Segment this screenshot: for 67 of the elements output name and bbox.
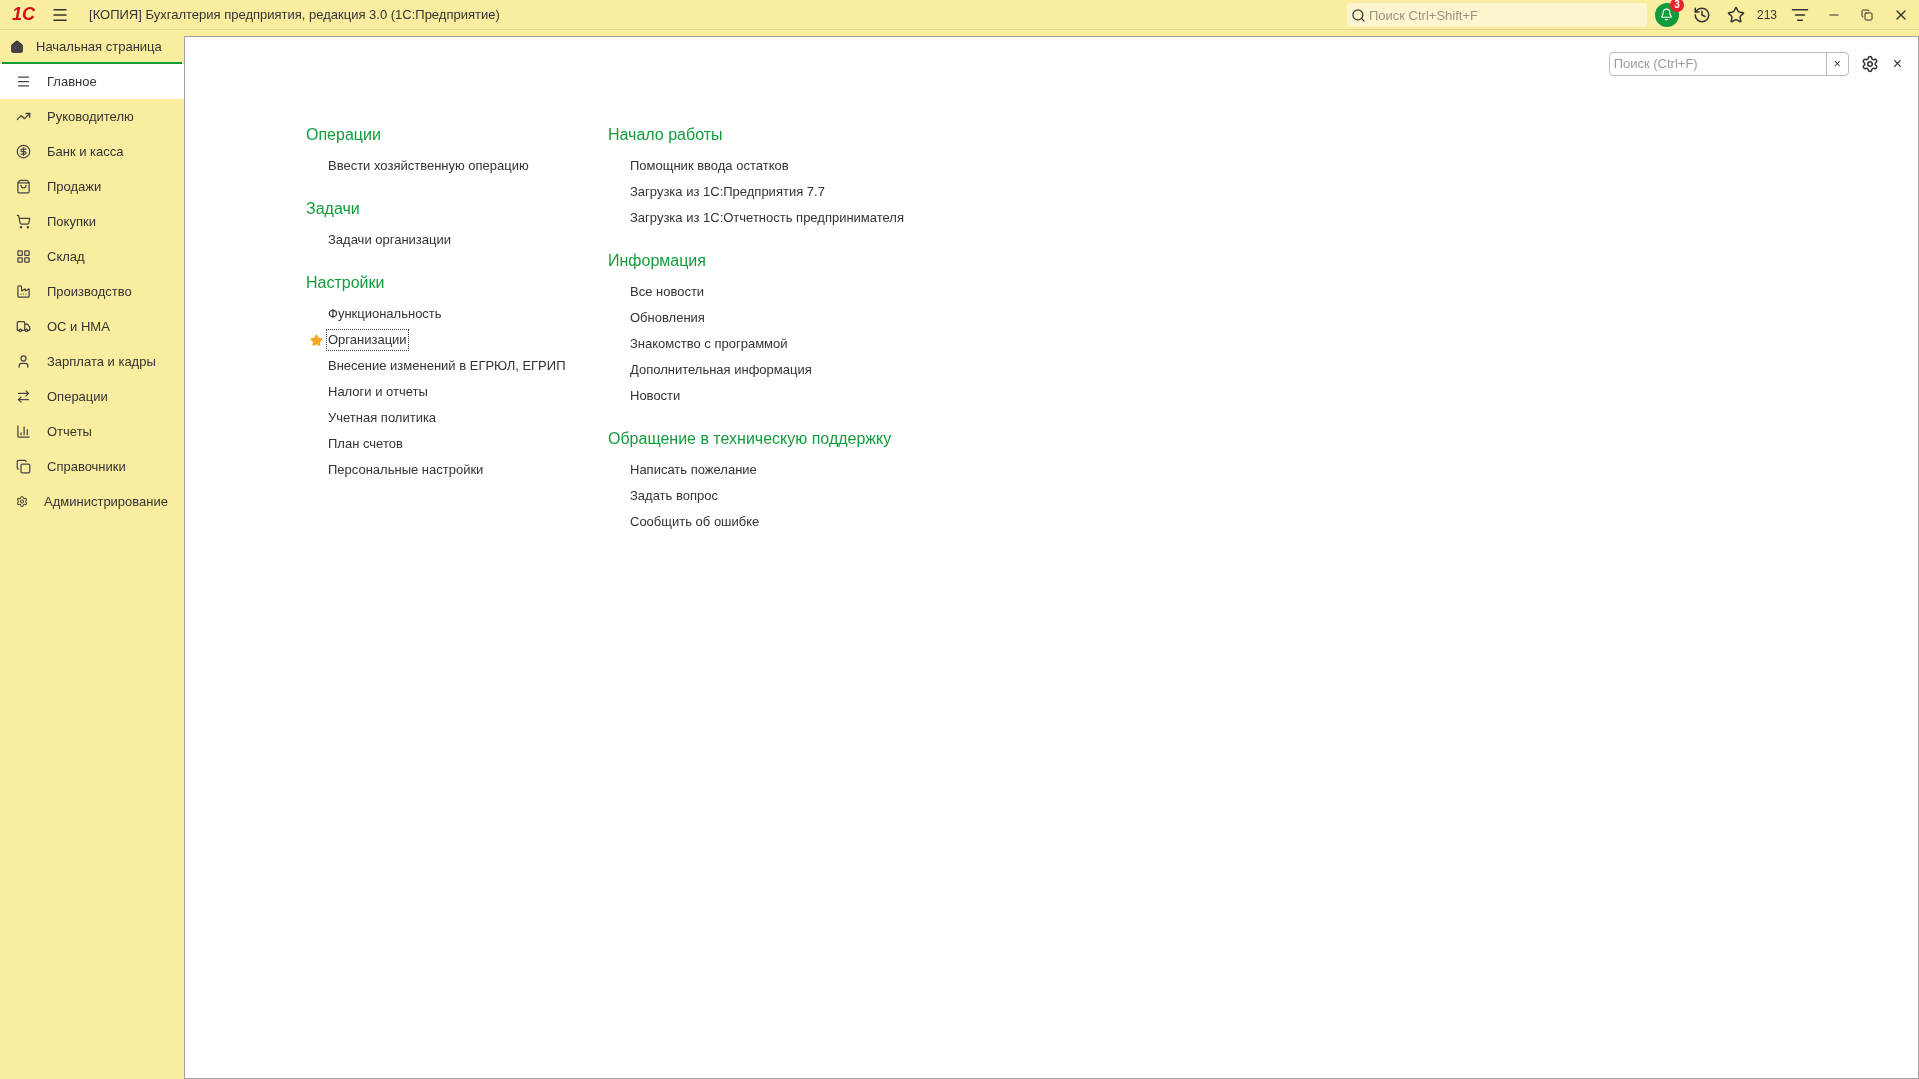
bar-chart-icon bbox=[16, 424, 31, 439]
search-field[interactable]: Поиск Ctrl+Shift+F bbox=[1346, 3, 1647, 27]
section-link[interactable]: Задать вопрос bbox=[629, 486, 719, 506]
settings-icon bbox=[16, 494, 29, 509]
window-title: [КОПИЯ] Бухгалтерия предприятия, редакция 3.0 (1С:Предприятие) bbox=[89, 5, 500, 24]
cart-icon bbox=[16, 214, 31, 229]
section-link[interactable]: Функциональность bbox=[327, 304, 443, 324]
star-icon[interactable] bbox=[1726, 5, 1745, 24]
sidebar-item[interactable]: Зарплата и кадры bbox=[0, 344, 184, 379]
coin-icon bbox=[16, 144, 31, 159]
sidebar-item[interactable]: Склад bbox=[0, 239, 184, 274]
section-link[interactable]: Организации bbox=[327, 330, 408, 350]
sidebar-item[interactable]: Продажи bbox=[0, 169, 184, 204]
section-heading: Информация bbox=[608, 251, 707, 271]
favorites-count: 213 bbox=[1756, 6, 1777, 24]
person-icon bbox=[16, 354, 31, 369]
sidebar-item[interactable]: Руководителю bbox=[0, 99, 184, 134]
restore-icon[interactable] bbox=[1861, 8, 1873, 21]
section-heading: Начало работы bbox=[608, 125, 724, 145]
settings-icon[interactable] bbox=[1860, 55, 1879, 73]
pages-icon bbox=[16, 459, 31, 474]
section-link[interactable]: Ввести хозяйственную операцию bbox=[327, 156, 530, 176]
section-link[interactable]: Задачи организации bbox=[327, 230, 452, 250]
section-link[interactable]: Загрузка из 1С:Отчетность предпринимателя bbox=[629, 208, 905, 228]
section-link[interactable]: Загрузка из 1С:Предприятия 7.7 bbox=[629, 182, 826, 202]
bag-icon bbox=[16, 179, 31, 194]
list-icon bbox=[16, 74, 31, 89]
sidebar-item[interactable]: Справочники bbox=[0, 449, 184, 484]
section-heading: Задачи bbox=[306, 199, 361, 219]
section-link[interactable]: Учетная политика bbox=[327, 408, 438, 428]
section-link[interactable]: Персональные настройки bbox=[327, 460, 485, 480]
notification-button[interactable] bbox=[1654, 2, 1679, 27]
section-link[interactable]: Налоги и отчеты bbox=[327, 382, 429, 402]
section-link[interactable]: Внесение изменений в ЕГРЮЛ, ЕГРИП bbox=[327, 356, 567, 376]
section-link[interactable]: Написать пожелание bbox=[629, 460, 758, 480]
section-heading: Настройки bbox=[306, 273, 386, 293]
sidebar-item[interactable]: Банк и касса bbox=[0, 134, 184, 169]
section-heading: Обращение в техническую поддержку bbox=[608, 429, 893, 449]
sidebar-item[interactable]: Администрирование bbox=[0, 484, 184, 519]
sidebar-item[interactable]: Операции bbox=[0, 379, 184, 414]
sidebar-item[interactable]: Покупки bbox=[0, 204, 184, 239]
sidebar-item[interactable]: Главное bbox=[0, 64, 184, 99]
section-link[interactable]: Помощник ввода остатков bbox=[629, 156, 790, 176]
app-logo: 1С bbox=[12, 3, 35, 26]
section-link[interactable]: Все новости bbox=[629, 282, 706, 302]
factory-icon bbox=[16, 284, 31, 299]
section-link[interactable]: Новости bbox=[629, 386, 682, 406]
arrows-icon bbox=[16, 389, 31, 404]
bell-icon bbox=[1660, 8, 1674, 21]
section-link[interactable]: Знакомство с программой bbox=[629, 334, 789, 354]
sidebar-item[interactable]: Отчеты bbox=[0, 414, 184, 449]
find-field[interactable]: Поиск (Ctrl+F) × bbox=[1608, 52, 1849, 76]
sidebar-item[interactable]: ОС и НМА bbox=[0, 309, 184, 344]
notification-badge: 3 bbox=[1669, 0, 1684, 12]
section-link[interactable]: Дополнительная информация bbox=[629, 360, 813, 380]
grid-icon bbox=[16, 249, 31, 264]
section-heading: Операции bbox=[306, 125, 382, 145]
close-button[interactable]: × bbox=[1892, 56, 1902, 72]
section-link[interactable]: Сообщить об ошибке bbox=[629, 512, 761, 532]
history-icon[interactable] bbox=[1692, 5, 1711, 24]
section-link[interactable]: Обновления bbox=[629, 308, 706, 328]
truck-icon bbox=[16, 319, 31, 334]
clear-button[interactable]: × bbox=[1825, 53, 1848, 75]
home-icon bbox=[10, 40, 24, 54]
search-icon bbox=[1350, 7, 1366, 23]
section-link[interactable]: План счетов bbox=[327, 434, 404, 454]
sidebar-item[interactable]: Производство bbox=[0, 274, 184, 309]
